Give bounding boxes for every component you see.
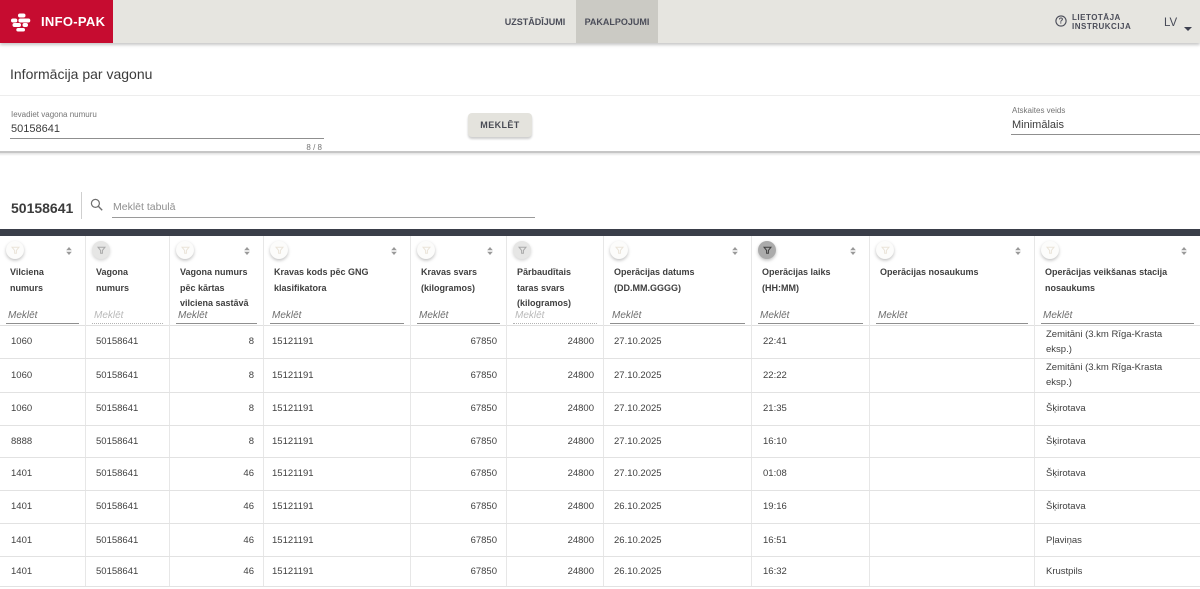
svg-text:?: ? — [1059, 17, 1064, 26]
